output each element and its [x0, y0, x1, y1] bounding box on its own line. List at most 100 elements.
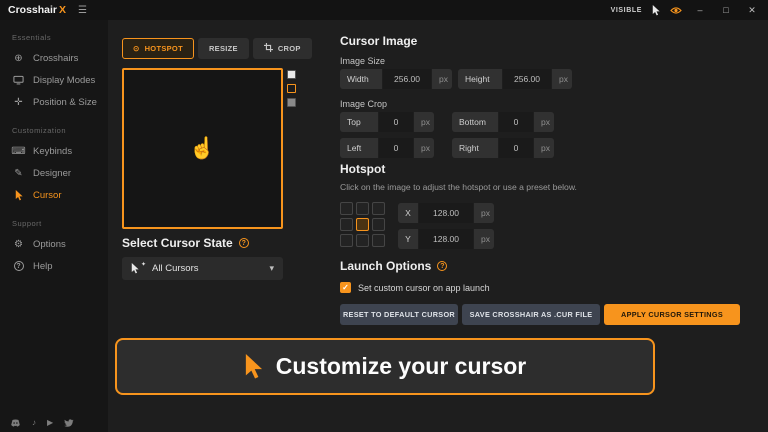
- hotspot-preset-center[interactable]: [356, 218, 369, 231]
- image-size-label: Image Size: [340, 56, 385, 66]
- cursor-arrow-icon: [131, 263, 139, 274]
- orange-cursor-icon: [244, 354, 263, 380]
- width-field: Width 256.00 px: [340, 69, 452, 89]
- hotspot-y-field: Y 128.00 px: [398, 229, 494, 249]
- dropdown-selected-value: All Cursors: [152, 263, 198, 274]
- app-name: Crosshair: [8, 4, 57, 16]
- save-cur-file-button[interactable]: SAVE CROSSHAIR AS .CUR FILE: [462, 304, 600, 325]
- twitter-icon[interactable]: [64, 419, 74, 427]
- sidebar-item-label: Keybinds: [33, 146, 72, 157]
- crop-icon: [264, 43, 273, 54]
- crop-left-unit: px: [414, 138, 434, 158]
- sidebar-item-display-modes[interactable]: Display Modes: [0, 69, 108, 91]
- hotspot-preset-middle-right[interactable]: [372, 218, 385, 231]
- hotspot-preset-top-right[interactable]: [372, 202, 385, 215]
- youtube-icon[interactable]: ▶: [47, 418, 53, 427]
- pencil-icon: ✎: [12, 168, 25, 179]
- crop-right-label: Right: [452, 138, 498, 158]
- social-links: ♪ ▶: [10, 418, 74, 427]
- sidebar-item-crosshairs[interactable]: ⊕ Crosshairs: [0, 47, 108, 69]
- tiktok-icon[interactable]: ♪: [32, 418, 36, 427]
- state-help-icon[interactable]: ?: [239, 238, 249, 248]
- height-field: Height 256.00 px: [458, 69, 572, 89]
- height-unit: px: [552, 69, 572, 89]
- launch-options-help-icon[interactable]: ?: [437, 261, 447, 271]
- width-unit: px: [432, 69, 452, 89]
- minimize-button[interactable]: –: [692, 5, 708, 15]
- sidebar-section-customization: Customization: [0, 113, 108, 140]
- hamburger-menu-icon[interactable]: ☰: [78, 5, 87, 16]
- hotspot-y-unit: px: [474, 229, 494, 249]
- app-logo-x: X: [59, 4, 66, 16]
- width-field-label: Width: [340, 69, 382, 89]
- sidebar-item-cursor[interactable]: Cursor: [0, 184, 108, 206]
- hotspot-preset-bottom-center[interactable]: [356, 234, 369, 247]
- chevron-down-icon: ▾: [269, 263, 274, 274]
- cursor-status-icon[interactable]: [652, 5, 660, 16]
- reset-default-cursor-button[interactable]: RESET TO DEFAULT CURSOR: [340, 304, 458, 325]
- launch-checkbox[interactable]: ✓: [340, 282, 351, 293]
- tab-resize[interactable]: RESIZE: [198, 38, 249, 59]
- sidebar-item-options[interactable]: ⚙ Options: [0, 233, 108, 255]
- crop-bottom-unit: px: [534, 112, 554, 132]
- hotspot-y-label: Y: [398, 229, 418, 249]
- crop-bottom-input[interactable]: 0: [499, 112, 533, 132]
- hotspot-preset-bottom-right[interactable]: [372, 234, 385, 247]
- crop-bottom-field: Bottom 0 px: [452, 112, 554, 132]
- tab-label: HOTSPOT: [145, 44, 183, 53]
- tab-label: RESIZE: [209, 44, 238, 53]
- cursor-state-dropdown[interactable]: ✦ All Cursors ▾: [122, 257, 283, 280]
- sidebar-item-keybinds[interactable]: ⌨ Keybinds: [0, 140, 108, 162]
- crop-left-input[interactable]: 0: [379, 138, 413, 158]
- hotspot-preset-bottom-left[interactable]: [340, 234, 353, 247]
- preview-background-swatches: [287, 70, 296, 107]
- hotspot-preset-grid: [340, 202, 385, 247]
- crop-right-input[interactable]: 0: [499, 138, 533, 158]
- titlebar-right: VISIBLE – □ ✕: [611, 5, 760, 16]
- maximize-button[interactable]: □: [718, 5, 734, 15]
- height-input[interactable]: 256.00: [503, 69, 551, 89]
- sidebar-item-label: Help: [33, 261, 53, 272]
- titlebar: Crosshair X ☰ VISIBLE – □ ✕: [0, 0, 768, 20]
- sidebar-item-help[interactable]: ? Help: [0, 255, 108, 277]
- sidebar: Essentials ⊕ Crosshairs Display Modes ✛ …: [0, 20, 108, 432]
- background-swatch-white[interactable]: [287, 70, 296, 79]
- discord-icon[interactable]: [10, 419, 21, 427]
- customize-cursor-banner[interactable]: Customize your cursor: [115, 338, 655, 395]
- hotspot-x-label: X: [398, 203, 418, 223]
- crop-right-unit: px: [534, 138, 554, 158]
- hotspot-preset-top-center[interactable]: [356, 202, 369, 215]
- hotspot-preset-top-left[interactable]: [340, 202, 353, 215]
- background-swatch-gray[interactable]: [287, 98, 296, 107]
- apply-cursor-settings-button[interactable]: APPLY CURSOR SETTINGS: [604, 304, 740, 325]
- sidebar-item-position-size[interactable]: ✛ Position & Size: [0, 91, 108, 113]
- sidebar-item-label: Designer: [33, 168, 71, 179]
- crop-left-field: Left 0 px: [340, 138, 434, 158]
- crop-top-label: Top: [340, 112, 378, 132]
- crop-right-field: Right 0 px: [452, 138, 554, 158]
- visibility-status-label: VISIBLE: [611, 7, 642, 14]
- hotspot-y-input[interactable]: 128.00: [419, 229, 473, 249]
- hotspot-x-field: X 128.00 px: [398, 203, 494, 223]
- cursor-preview-image: ☝: [189, 137, 215, 161]
- tab-hotspot[interactable]: ⊙ HOTSPOT: [122, 38, 194, 59]
- hotspot-preset-middle-left[interactable]: [340, 218, 353, 231]
- sidebar-section-support: Support: [0, 206, 108, 233]
- width-input[interactable]: 256.00: [383, 69, 431, 89]
- cursor-preview-canvas[interactable]: ☝: [122, 68, 283, 229]
- close-button[interactable]: ✕: [744, 5, 760, 16]
- gear-icon: ⚙: [12, 239, 25, 250]
- target-icon: ⊙: [133, 44, 140, 53]
- visibility-eye-icon[interactable]: [670, 6, 682, 15]
- hotspot-x-input[interactable]: 128.00: [419, 203, 473, 223]
- crop-top-input[interactable]: 0: [379, 112, 413, 132]
- sidebar-item-label: Options: [33, 239, 66, 250]
- hotspot-x-unit: px: [474, 203, 494, 223]
- sidebar-item-designer[interactable]: ✎ Designer: [0, 162, 108, 184]
- sidebar-item-label: Position & Size: [33, 97, 97, 108]
- sidebar-section-essentials: Essentials: [0, 20, 108, 47]
- tab-crop[interactable]: CROP: [253, 38, 312, 59]
- move-icon: ✛: [12, 97, 25, 108]
- tab-label: CROP: [278, 44, 301, 53]
- background-swatch-transparent[interactable]: [287, 84, 296, 93]
